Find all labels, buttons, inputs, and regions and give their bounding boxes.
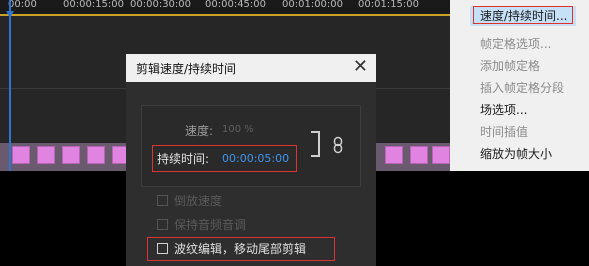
clip-frame-thumbnail	[385, 146, 403, 164]
menu-item-speed-duration[interactable]: 速度/持续时间...	[450, 6, 589, 27]
speed-value-field[interactable]: 100 %	[222, 124, 254, 135]
clip-frame-thumbnail	[432, 146, 450, 164]
playhead-handle[interactable]	[6, 11, 14, 18]
maintain-pitch-label: 保持音频音调	[174, 218, 247, 232]
speed-label: 速度:	[185, 124, 214, 138]
ruler-label: 00:00:30:00	[130, 0, 192, 10]
maintain-pitch-checkbox[interactable]	[157, 219, 168, 230]
menu-item-add-frame-hold[interactable]: 添加帧定格	[450, 56, 589, 77]
link-icon[interactable]	[333, 136, 343, 158]
menu-item-field-options[interactable]: 场选项...	[450, 100, 589, 121]
reverse-speed-checkbox[interactable]	[157, 195, 168, 206]
menu-item-time-interpolation[interactable]: 时间插值	[450, 122, 589, 143]
link-icon-graphic	[333, 136, 343, 154]
clip-frame-thumbnail	[37, 146, 55, 164]
duration-label: 持续时间:	[157, 152, 210, 166]
clip-frame-thumbnail	[62, 146, 80, 164]
ruler-label: 00:01:00:00	[282, 0, 344, 10]
dialog-title: 剪辑速度/持续时间	[136, 62, 237, 76]
close-icon[interactable]: ✕	[353, 56, 368, 78]
menu-item-scale-to-frame-size[interactable]: 缩放为帧大小	[450, 144, 589, 165]
dialog-title-bar[interactable]: 剪辑速度/持续时间 ✕	[126, 54, 376, 82]
reverse-speed-label: 倒放速度	[174, 194, 223, 208]
duration-value-field[interactable]: 00:00:05:00	[222, 152, 289, 165]
clip-frame-thumbnail	[87, 146, 105, 164]
clip-frame-thumbnail	[12, 146, 30, 164]
ruler-label: 00:00	[8, 0, 37, 10]
menu-item-insert-frame-hold-segment[interactable]: 插入帧定格分段	[450, 78, 589, 99]
ruler-label: 00:01:15:00	[358, 0, 420, 10]
playhead-line[interactable]	[9, 0, 11, 171]
link-bracket	[311, 131, 320, 157]
ruler-label: 00:00:45:00	[205, 0, 267, 10]
menu-item-frame-hold-options[interactable]: 帧定格选项...	[450, 34, 589, 55]
time-ruler[interactable]: 00:00 00:00:15:00 00:00:30:00 00:00:45:0…	[0, 0, 450, 14]
ripple-edit-checkbox[interactable]	[157, 243, 168, 254]
clip-frame-thumbnail	[410, 146, 428, 164]
ripple-edit-label: 波纹编辑，移动尾部剪辑	[174, 242, 307, 256]
ruler-label: 00:00:15:00	[63, 0, 125, 10]
